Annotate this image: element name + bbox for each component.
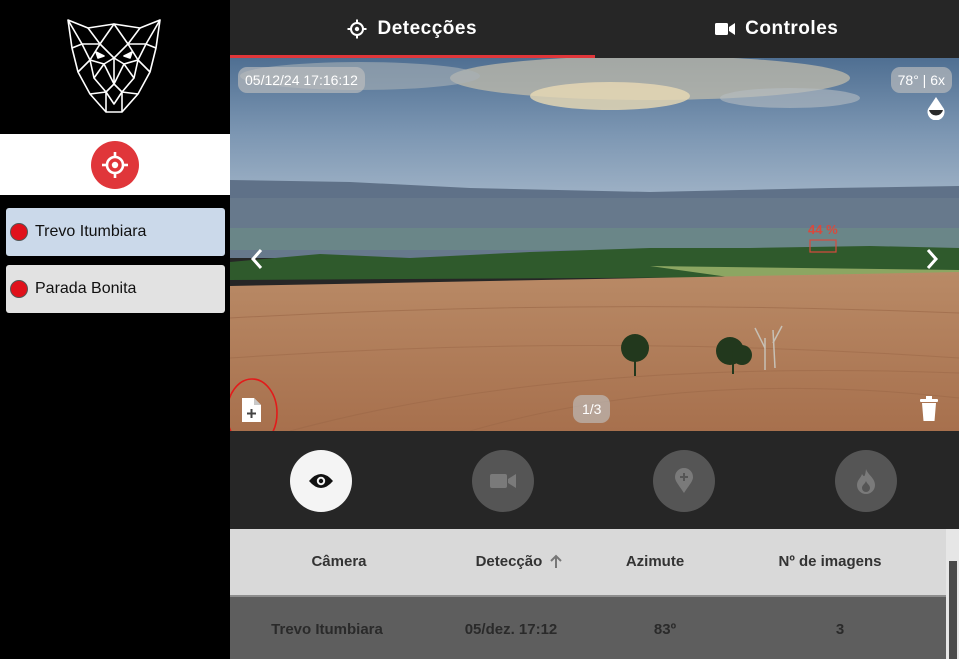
- sidebar: Trevo Itumbiara Parada Bonita: [0, 0, 230, 659]
- table-header: Câmera Detecção Azimute Nº de imagens: [230, 529, 946, 597]
- column-header-detection[interactable]: Detecção: [454, 553, 584, 570]
- main-panel: Detecções Controles 44 % 05/12/24 17:16:…: [230, 0, 959, 659]
- water-drop-icon[interactable]: [926, 96, 946, 120]
- detection-label: 44 %: [808, 222, 838, 237]
- camera-image-viewer[interactable]: 44 % 05/12/24 17:16:12 78° | 6x 1/3: [230, 58, 959, 431]
- camera-item-label: Trevo Itumbiara: [35, 223, 147, 240]
- status-dot: [10, 280, 28, 298]
- tab-label: Detecções: [377, 18, 478, 39]
- crosshair-icon: [347, 19, 367, 39]
- trash-icon[interactable]: [919, 396, 939, 422]
- video-camera-icon: [490, 474, 516, 488]
- fire-button[interactable]: [835, 450, 897, 512]
- annotation-circle: [230, 378, 278, 431]
- cell-azimuth: 83º: [653, 621, 677, 638]
- video-button[interactable]: [472, 450, 534, 512]
- map-pin-icon: [675, 468, 693, 493]
- table-scrollbar[interactable]: [946, 529, 959, 659]
- column-header-label: Detecção: [475, 553, 543, 570]
- action-bar: [230, 431, 959, 529]
- tab-deteccoes[interactable]: Detecções: [230, 0, 595, 58]
- camera-item-trevo-itumbiara[interactable]: Trevo Itumbiara: [6, 208, 225, 256]
- camera-item-label: Parada Bonita: [35, 280, 137, 297]
- column-header-camera[interactable]: Câmera: [274, 553, 404, 570]
- scrollbar-thumb[interactable]: [949, 561, 957, 659]
- cell-image-count: 3: [835, 621, 845, 638]
- cell-camera: Trevo Itumbiara: [271, 621, 383, 638]
- azimuth-zoom-badge: 78° | 6x: [890, 67, 952, 93]
- tab-controles[interactable]: Controles: [595, 0, 959, 58]
- previous-image-button[interactable]: [247, 246, 269, 272]
- camera-item-parada-bonita[interactable]: Parada Bonita: [6, 265, 225, 313]
- timestamp-badge: 05/12/24 17:16:12: [238, 67, 365, 93]
- column-header-image-count[interactable]: Nº de imagens: [750, 553, 910, 570]
- arrow-up-icon: [550, 554, 563, 568]
- next-image-button[interactable]: [920, 246, 942, 272]
- view-button[interactable]: [290, 450, 352, 512]
- crosshair-icon: [102, 151, 128, 178]
- tab-label: Controles: [745, 18, 839, 39]
- fire-icon: [857, 469, 875, 494]
- detections-table: Câmera Detecção Azimute Nº de imagens Tr…: [230, 529, 959, 659]
- eye-icon: [309, 474, 333, 488]
- tab-bar: Detecções Controles: [230, 0, 959, 58]
- jaguar-logo: [67, 19, 161, 113]
- status-dot: [10, 223, 28, 241]
- cell-detection: 05/dez. 17:12: [464, 621, 558, 638]
- map-location-button[interactable]: [653, 450, 715, 512]
- camera-snapshot: 44 %: [230, 58, 959, 431]
- target-bar: [0, 134, 230, 195]
- page-indicator: 1/3: [573, 395, 611, 423]
- video-camera-icon: [715, 23, 736, 35]
- column-header-azimuth[interactable]: Azimute: [590, 553, 720, 570]
- target-button[interactable]: [91, 140, 139, 189]
